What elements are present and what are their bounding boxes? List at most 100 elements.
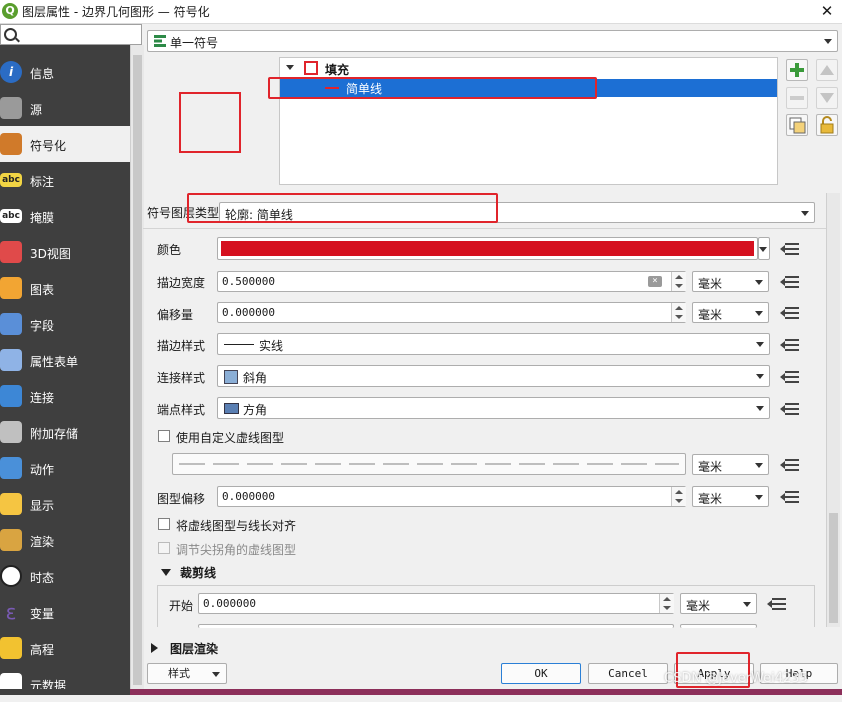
sidebar-item-label: 属性表单 [30,355,79,369]
move-down-button[interactable] [816,87,838,109]
stroke-width-label: 描边宽度 [157,276,206,290]
data-defined-override-icon[interactable] [779,271,801,293]
custom-dash-checkbox[interactable] [158,430,170,442]
unit-select[interactable]: 毫米 [680,593,757,614]
tweak-dash-checkbox[interactable] [158,542,170,554]
data-defined-override-icon[interactable] [766,593,788,615]
collapse-icon[interactable] [161,569,171,576]
offset-input[interactable]: 0.000000 [217,302,686,323]
duplicate-layer-button[interactable] [786,114,808,136]
clear-icon[interactable]: × [648,276,662,287]
sidebar-item-label: 附加存储 [30,427,79,441]
data-defined-override-icon[interactable] [779,238,801,260]
end-input[interactable] [198,624,674,628]
spinbox-arrows[interactable] [671,303,686,322]
data-defined-override-icon[interactable] [779,334,801,356]
clip-section-title[interactable]: 裁剪线 [180,564,216,581]
sidebar-item[interactable]: 图表 [0,270,130,306]
panel-scrollbar[interactable] [826,193,840,627]
join-style-value: 斜角 [243,371,268,385]
chevron-down-icon [755,462,763,468]
cancel-button[interactable]: Cancel [588,663,668,684]
tree-item-fill[interactable]: 填充 [280,60,777,78]
paintbrush-icon [0,133,22,155]
data-defined-override-icon[interactable] [779,398,801,420]
start-value: 0.000000 [203,597,256,610]
unit-select[interactable]: 毫米 [692,454,769,475]
sidebar-item-label: 变量 [30,607,55,621]
source-gear-icon [0,97,22,119]
close-icon[interactable]: ✕ [816,1,838,21]
stroke-width-input[interactable]: 0.500000 × [217,271,686,292]
sidebar-item[interactable]: ε 变量 [0,594,130,630]
unit-select[interactable] [680,624,757,628]
spinbox-arrows[interactable] [671,272,686,291]
join-style-select[interactable]: 斜角 [217,365,770,387]
stroke-width-value: 0.500000 [222,275,275,288]
sidebar-item[interactable]: i 信息 [0,54,130,90]
sidebar-item[interactable]: 动作 [0,450,130,486]
sidebar-item[interactable]: 连接 [0,378,130,414]
sidebar-item[interactable]: 属性表单 [0,342,130,378]
move-up-button[interactable] [816,59,838,81]
cube-3d-icon [0,241,22,263]
unit-select[interactable]: 毫米 [692,486,769,507]
dash-pattern-button[interactable] [172,453,686,475]
sidebar-item[interactable]: 附加存储 [0,414,130,450]
background-strip [130,689,842,695]
data-defined-override-icon[interactable] [779,302,801,324]
sidebar-item-label: 标注 [30,175,55,189]
offset-label: 偏移量 [157,308,194,322]
ok-button[interactable]: OK [501,663,581,684]
sidebar-item[interactable]: 字段 [0,306,130,342]
sidebar-item[interactable]: 元数据 [0,666,130,702]
sidebar-item[interactable]: abc 掩膜 [0,198,130,234]
unit-value: 毫米 [698,308,723,322]
label-abc-icon: abc [0,173,22,187]
sidebar-item[interactable]: 显示 [0,486,130,522]
add-layer-button[interactable] [786,59,808,81]
symbol-type-value: 单一符号 [170,36,219,50]
chevron-down-icon [743,601,751,607]
data-defined-override-icon[interactable] [779,454,801,476]
remove-layer-button[interactable] [786,87,808,109]
pattern-offset-label: 图型偏移 [157,492,206,506]
color-button[interactable] [217,237,758,260]
data-defined-override-icon[interactable] [779,366,801,388]
sidebar-item-label: 符号化 [30,139,67,153]
join-style-label: 连接样式 [157,371,206,385]
expand-icon[interactable] [286,65,294,70]
spinbox-arrows[interactable] [659,594,674,613]
spinbox-arrows[interactable] [671,487,686,506]
align-dash-checkbox[interactable] [158,518,170,530]
start-label: 开始 [169,599,194,613]
style-menu-button[interactable]: 样式 [147,663,227,684]
sidebar-item[interactable]: 符号化 [0,126,130,162]
data-defined-override-icon[interactable] [779,486,801,508]
expand-icon[interactable] [151,643,158,653]
sidebar-item[interactable]: 源 [0,90,130,126]
sidebar-scrollbar[interactable] [130,45,144,689]
pattern-offset-input[interactable]: 0.000000 [217,486,686,507]
sidebar-item[interactable]: 3D视图 [0,234,130,270]
sidebar-search-input[interactable] [0,24,142,45]
color-menu-button[interactable] [758,237,770,260]
sidebar-item[interactable]: 高程 [0,630,130,666]
unit-select[interactable]: 毫米 [692,271,769,292]
layer-rendering-title[interactable]: 图层渲染 [170,640,218,657]
sidebar-item-label: 掩膜 [30,211,55,225]
sidebar-item[interactable]: 时态 [0,558,130,594]
unit-select[interactable]: 毫米 [692,302,769,323]
sidebar-item[interactable]: abc 标注 [0,162,130,198]
sidebar-item[interactable]: 渲染 [0,522,130,558]
title-bar: Q 图层属性 - 边界几何图形 — 符号化 ✕ [0,0,842,24]
stroke-style-select[interactable]: 实线 [217,333,770,355]
start-input[interactable]: 0.000000 [198,593,674,614]
cap-style-select[interactable]: 方角 [217,397,770,419]
mask-abc-icon: abc [0,209,22,223]
lock-layer-button[interactable] [816,114,838,136]
attribute-form-icon [0,349,22,371]
custom-dash-label: 使用自定义虚线图型 [176,431,285,445]
symbol-type-select[interactable]: 单一符号 [147,30,838,52]
diagram-bars-icon [0,277,22,299]
